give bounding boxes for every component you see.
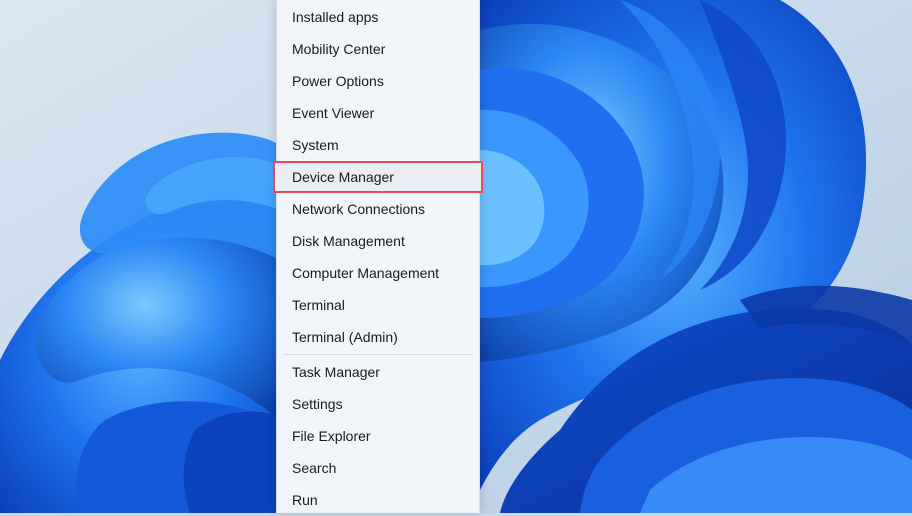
menu-item-terminal-admin[interactable]: Terminal (Admin) [277, 321, 479, 353]
menu-item-disk-management[interactable]: Disk Management [277, 225, 479, 257]
menu-item-device-manager[interactable]: Device Manager [273, 161, 483, 193]
menu-item-installed-apps[interactable]: Installed apps [277, 1, 479, 33]
menu-item-settings[interactable]: Settings [277, 388, 479, 420]
menu-item-file-explorer[interactable]: File Explorer [277, 420, 479, 452]
menu-item-power-options[interactable]: Power Options [277, 65, 479, 97]
menu-group-shell: Task Manager Settings File Explorer Sear… [277, 356, 479, 516]
menu-item-search[interactable]: Search [277, 452, 479, 484]
menu-item-task-manager[interactable]: Task Manager [277, 356, 479, 388]
menu-separator [283, 354, 473, 355]
menu-group-system-tools: Installed apps Mobility Center Power Opt… [273, 1, 483, 353]
menu-item-event-viewer[interactable]: Event Viewer [277, 97, 479, 129]
menu-item-computer-management[interactable]: Computer Management [277, 257, 479, 289]
menu-item-run[interactable]: Run [277, 484, 479, 516]
menu-item-terminal[interactable]: Terminal [277, 289, 479, 321]
menu-item-mobility-center[interactable]: Mobility Center [277, 33, 479, 65]
winx-context-menu: Installed apps Mobility Center Power Opt… [273, 0, 483, 516]
menu-item-system[interactable]: System [277, 129, 479, 161]
menu-item-network-connections[interactable]: Network Connections [277, 193, 479, 225]
